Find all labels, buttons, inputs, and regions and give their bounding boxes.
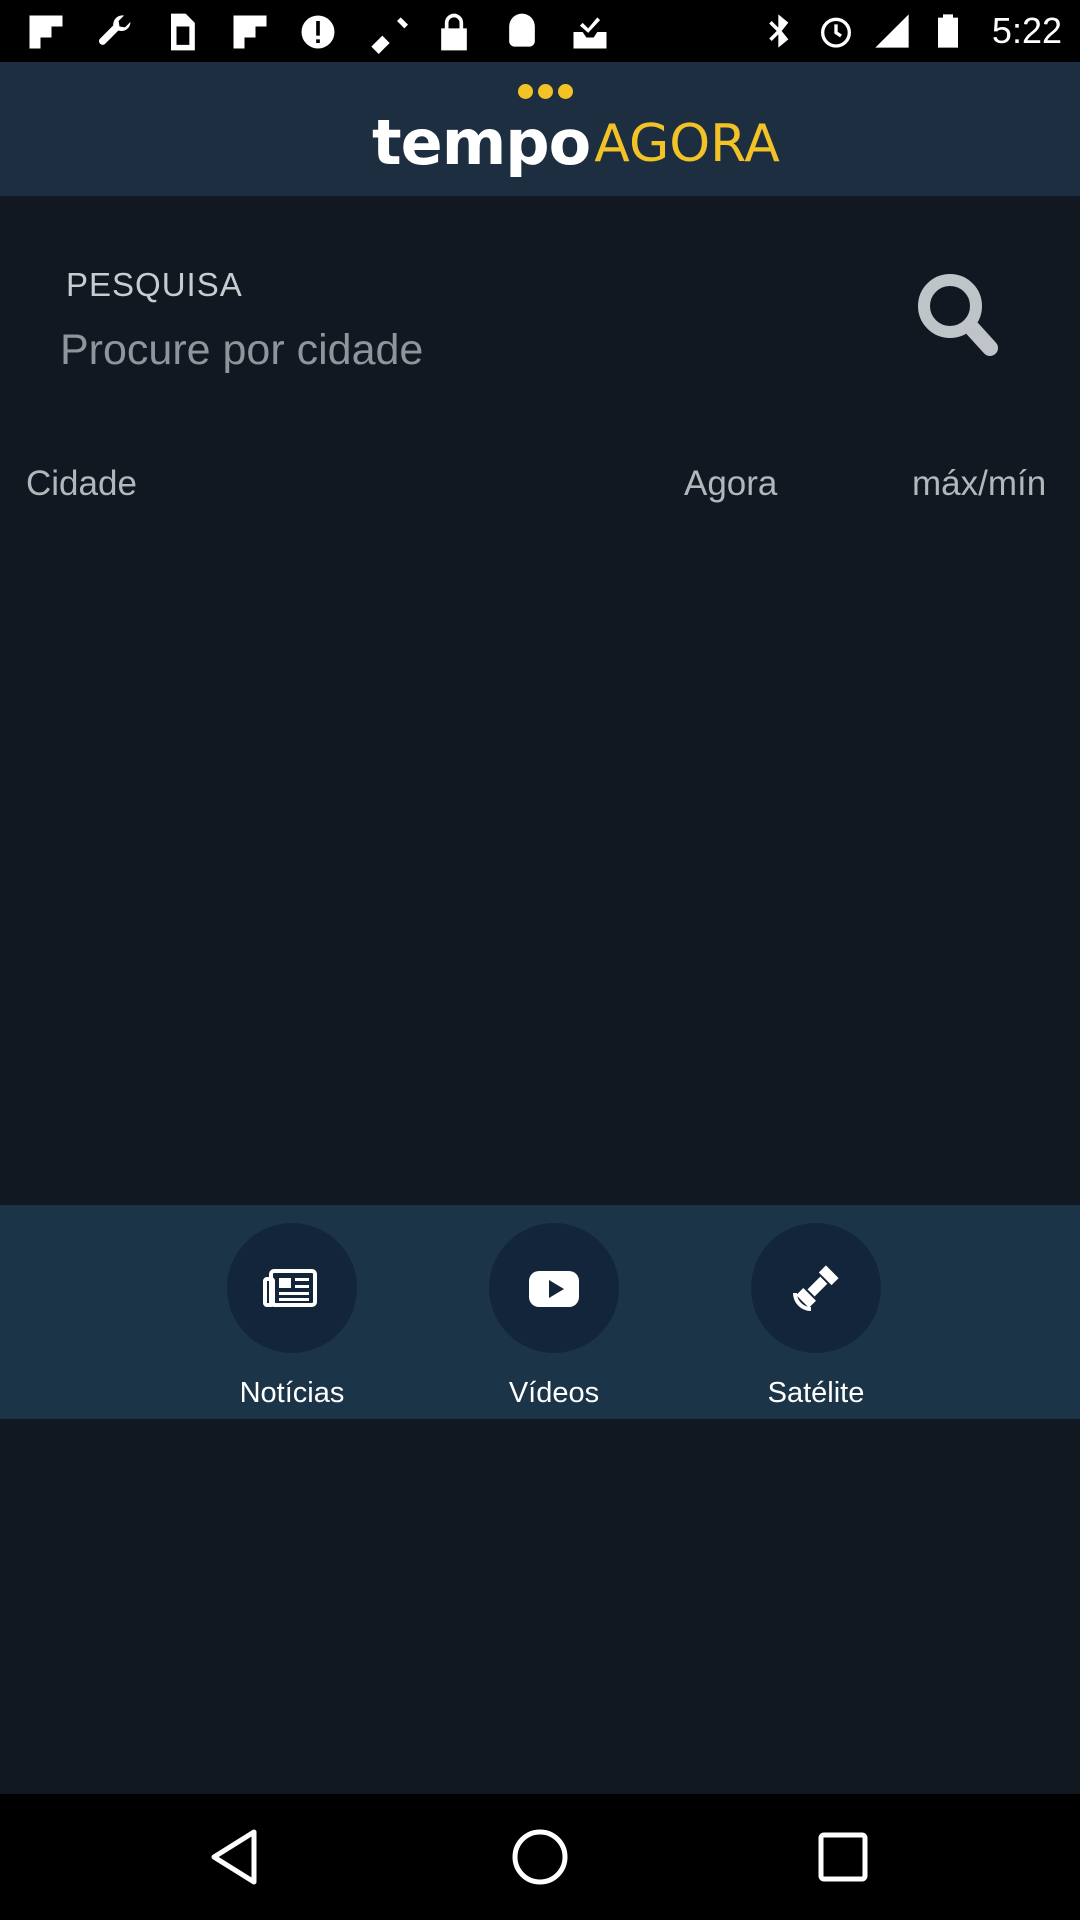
- app-header: tempo AGORA: [0, 62, 1080, 196]
- nav-satelite-circle: [751, 1223, 881, 1353]
- city-list-header: Cidade Agora máx/mín: [0, 456, 1080, 516]
- search-label: PESQUISA: [66, 266, 243, 303]
- nav-satelite[interactable]: Satélite: [716, 1223, 916, 1413]
- search-section: PESQUISA: [0, 196, 1080, 396]
- nav-videos[interactable]: Vídeos: [454, 1223, 654, 1413]
- back-triangle-icon: [211, 1829, 257, 1885]
- wrench-icon: [98, 15, 131, 45]
- city-list: [0, 520, 1080, 1205]
- screen: 5:22 tempo AGORA PESQUISA Cidade Agora m…: [0, 0, 1080, 1920]
- nav-videos-circle: [489, 1223, 619, 1353]
- home-circle-icon: [512, 1829, 568, 1885]
- status-time: 5:22: [991, 10, 1062, 51]
- search-icon[interactable]: [910, 266, 1006, 362]
- info-icon: [301, 15, 335, 49]
- android-icon: [509, 13, 535, 47]
- logo-dots: [518, 84, 573, 99]
- tempo-agora-logo: tempo AGORA: [372, 84, 780, 174]
- notification-icons: [24, 10, 612, 54]
- alarm-icon: [820, 17, 851, 48]
- logo-agora-text: AGORA: [594, 114, 780, 174]
- signal-icon: [875, 14, 909, 48]
- system-indicators: 5:22: [760, 10, 1062, 52]
- bluetooth-icon: [769, 14, 789, 48]
- recents-button[interactable]: [808, 1822, 878, 1892]
- nav-noticias-label: Notícias: [239, 1377, 345, 1409]
- city-search-input[interactable]: [60, 320, 860, 380]
- newspaper-icon: [263, 1269, 317, 1307]
- sim-card-icon: [171, 13, 195, 51]
- system-nav-bar: [0, 1794, 1080, 1920]
- flipboard-icon: [233, 15, 267, 49]
- recents-square-icon: [818, 1832, 868, 1882]
- column-now: Agora: [684, 464, 778, 503]
- nav-noticias[interactable]: Notícias: [192, 1223, 392, 1413]
- satellite-icon: [793, 1265, 839, 1311]
- flipboard-icon: [29, 15, 63, 49]
- fake-gps-icon: [371, 17, 408, 54]
- home-button[interactable]: [505, 1822, 575, 1892]
- battery-icon: [937, 14, 958, 48]
- status-bar: 5:22: [0, 0, 1080, 62]
- column-maxmin: máx/mín: [912, 464, 1047, 503]
- nav-satelite-label: Satélite: [767, 1377, 865, 1409]
- logo-tempo-text: tempo: [372, 106, 591, 179]
- nav-videos-label: Vídeos: [508, 1377, 600, 1409]
- column-city: Cidade: [26, 464, 137, 503]
- lock-icon: [441, 13, 467, 51]
- bottom-nav: Notícias Vídeos Satélite: [0, 1205, 1080, 1419]
- nav-noticias-circle: [227, 1223, 357, 1353]
- youtube-play-icon: [529, 1271, 579, 1307]
- back-button[interactable]: [202, 1822, 272, 1892]
- check-tray-icon: [573, 17, 607, 49]
